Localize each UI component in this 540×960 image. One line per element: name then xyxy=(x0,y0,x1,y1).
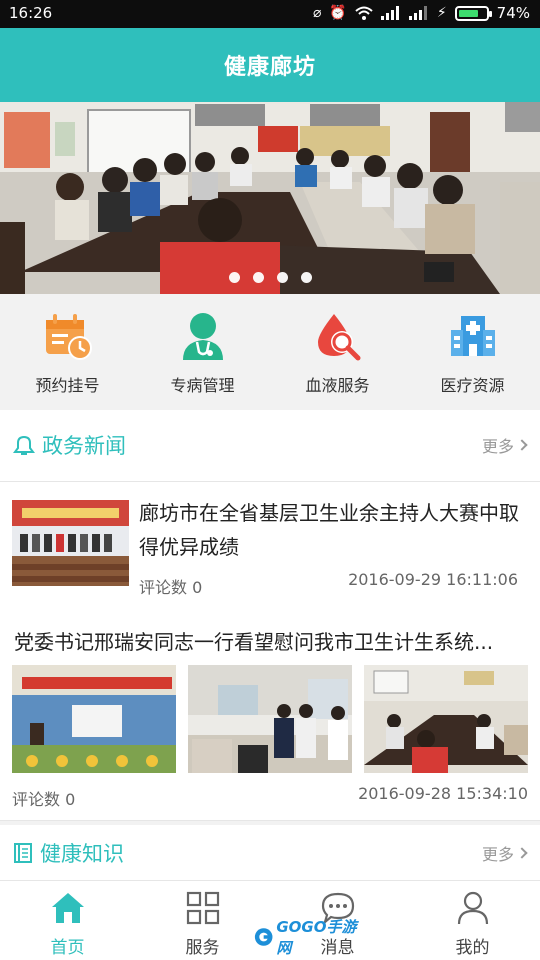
health-section-header: 健康知识 更多 xyxy=(0,825,540,881)
hospital-icon xyxy=(450,316,495,356)
nav-services[interactable]: 服务 xyxy=(135,881,270,960)
quick-nav-blood-service[interactable]: 血液服务 xyxy=(270,294,405,410)
battery-icon xyxy=(454,5,492,21)
app-header: 健康廊坊 xyxy=(0,28,540,102)
banner-image xyxy=(0,102,540,294)
chevron-right-icon xyxy=(516,847,528,859)
watermark-icon xyxy=(254,928,273,946)
news-timestamp: 2016-09-28 15:34:10 xyxy=(358,784,528,803)
news-comment-count: 评论数 0 xyxy=(139,578,203,597)
quick-nav-medical-resources[interactable]: 医疗资源 xyxy=(405,294,540,410)
signal-icon xyxy=(380,6,399,20)
news-timestamp: 2016-09-29 16:11:06 xyxy=(348,570,518,589)
section-title: 健康知识 xyxy=(40,842,124,866)
banner-carousel[interactable] xyxy=(0,102,540,294)
mute-icon: ⌀ xyxy=(312,5,322,21)
carousel-dot[interactable] xyxy=(228,272,240,283)
calendar-clock-icon xyxy=(45,314,92,360)
status-icons: ⌀ ⏰ ⚡ 74% xyxy=(313,4,530,22)
quick-nav-disease-management[interactable]: 专病管理 xyxy=(135,294,270,410)
more-label: 更多 xyxy=(481,437,514,456)
nav-label: 我的 xyxy=(455,938,490,958)
quick-nav-label: 预约挂号 xyxy=(35,376,100,395)
news-image xyxy=(12,665,176,773)
carousel-dot[interactable] xyxy=(276,272,288,283)
nav-home[interactable]: 首页 xyxy=(0,881,135,960)
status-time: 16:26 xyxy=(9,4,53,22)
news-title: 廊坊市在全省基层卫生业余主持人大赛中取得优异成绩 xyxy=(139,501,519,559)
home-icon xyxy=(51,893,84,923)
quick-nav-label: 专病管理 xyxy=(170,376,235,395)
nav-label: 首页 xyxy=(50,938,85,958)
charging-icon: ⚡ xyxy=(436,5,447,21)
chevron-right-icon xyxy=(516,439,528,451)
carousel-dot[interactable] xyxy=(300,272,312,283)
blood-drop-search-icon xyxy=(317,314,360,361)
quick-nav-label: 医疗资源 xyxy=(440,376,505,395)
notebook-icon xyxy=(14,843,32,863)
news-item[interactable]: 党委书记邢瑞安同志一行看望慰问我市卫生计生系统... 评论数 0 2016-09… xyxy=(0,604,540,820)
carousel-dot[interactable] xyxy=(252,272,264,283)
nav-profile[interactable]: 我的 xyxy=(405,881,540,960)
news-image-row xyxy=(12,665,528,773)
news-thumbnail xyxy=(12,500,129,586)
status-bar: 16:26 ⌀ ⏰ ⚡ 74% xyxy=(0,0,540,28)
nav-label: 服务 xyxy=(185,938,220,958)
carousel-indicator[interactable] xyxy=(0,272,540,283)
news-comment-count: 评论数 0 xyxy=(12,790,76,809)
news-section-header: 政务新闻 更多 xyxy=(0,412,540,478)
bell-icon xyxy=(13,435,35,455)
news-title: 党委书记邢瑞安同志一行看望慰问我市卫生计生系统... xyxy=(14,630,494,654)
news-item[interactable]: 廊坊市在全省基层卫生业余主持人大赛中取得优异成绩 评论数 0 2016-09-2… xyxy=(0,482,540,604)
grid-icon xyxy=(186,891,219,925)
watermark-text: GOGO手游网 xyxy=(276,918,357,957)
alarm-icon: ⏰ xyxy=(329,5,347,21)
section-title: 政务新闻 xyxy=(42,434,126,458)
wifi-icon xyxy=(355,6,373,20)
news-image xyxy=(364,665,528,773)
quick-nav-appointment[interactable]: 预约挂号 xyxy=(0,294,135,410)
user-icon xyxy=(457,891,488,925)
news-image xyxy=(188,665,352,773)
quick-nav: 预约挂号 专病管理 血液服务 医疗资源 xyxy=(0,294,540,410)
quick-nav-label: 血液服务 xyxy=(305,376,370,395)
page-title: 健康廊坊 xyxy=(223,55,316,80)
signal-icon-2 xyxy=(408,6,427,20)
watermark-logo: GOGO手游网 xyxy=(254,918,360,957)
battery-percent: 74% xyxy=(496,4,530,22)
doctor-icon xyxy=(182,313,223,360)
health-more-link[interactable]: 更多 xyxy=(481,841,528,865)
more-label: 更多 xyxy=(481,845,514,864)
news-more-link[interactable]: 更多 xyxy=(481,433,528,457)
